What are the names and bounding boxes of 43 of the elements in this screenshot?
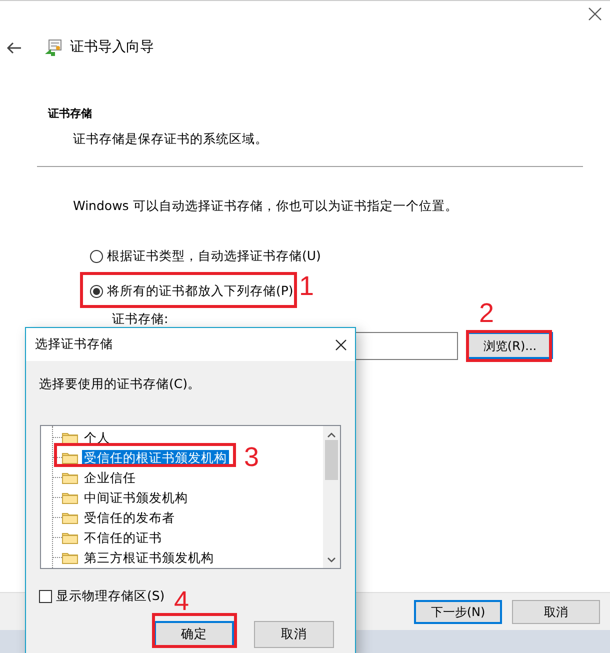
section-title: 证书存储 [48, 106, 93, 122]
checkbox[interactable] [39, 590, 52, 603]
back-arrow-icon[interactable] [6, 40, 22, 54]
ok-button[interactable]: 确定 [154, 620, 234, 648]
folder-icon [62, 471, 78, 484]
section-description: 证书存储是保存证书的系统区域。 [73, 130, 269, 148]
radio-button[interactable] [90, 284, 103, 298]
cancel-button[interactable]: 取消 [254, 620, 334, 648]
dialog-prompt: 选择要使用的证书存储(C)。 [39, 375, 202, 393]
cancel-button[interactable]: 取消 [512, 600, 600, 624]
folder-icon [62, 511, 78, 524]
folder-icon [62, 551, 78, 564]
tree-item[interactable]: 第三方根证书颁发机构 [82, 550, 216, 566]
folder-icon [62, 531, 78, 544]
field-label: 证书存储: [112, 310, 168, 328]
radio-option[interactable]: 根据证书类型，自动选择证书存储(U) [90, 247, 321, 266]
browse-button[interactable]: 浏览(R)... [467, 332, 553, 360]
tree-item[interactable]: 受信任的发布者 [82, 510, 177, 526]
next-button[interactable]: 下一步(N) [414, 600, 502, 624]
scroll-up-icon [327, 432, 336, 438]
folder-icon [62, 491, 78, 504]
window-title: 证书导入向导 [70, 38, 154, 57]
step-number: 4 [174, 588, 190, 615]
tree-item[interactable]: 不信任的证书 [82, 530, 164, 546]
certificate-icon [44, 38, 62, 56]
dialog-title: 选择证书存储 [35, 335, 113, 354]
scroll-thumb[interactable] [325, 440, 338, 480]
step-number: 2 [479, 300, 494, 327]
tree-item[interactable]: 受信任的根证书颁发机构 [82, 450, 229, 466]
close-icon[interactable] [588, 7, 602, 21]
scrollbar[interactable] [323, 426, 340, 568]
folder-icon [62, 451, 78, 464]
step-number: 3 [244, 444, 260, 471]
close-icon[interactable] [335, 338, 347, 350]
intro-text: Windows 可以自动选择证书存储，你也可以为证书指定一个位置。 [73, 197, 459, 216]
step-number: 1 [299, 273, 314, 300]
folder-icon [62, 431, 78, 444]
tree-item[interactable]: 中间证书颁发机构 [82, 490, 190, 506]
radio-option[interactable]: 将所有的证书都放入下列存储(P) [90, 282, 294, 300]
checkbox-option[interactable]: 显示物理存储区(S) [39, 586, 165, 606]
tree-item[interactable]: 企业信任 [82, 470, 138, 486]
radio-button[interactable] [90, 250, 103, 263]
scroll-down-icon [327, 556, 336, 563]
